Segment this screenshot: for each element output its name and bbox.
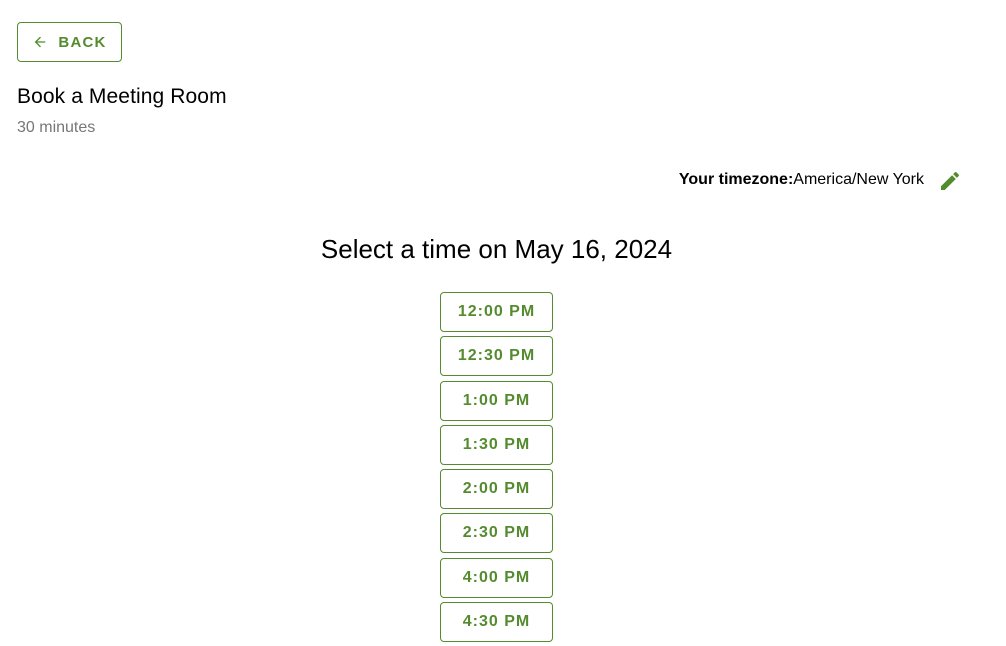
back-button[interactable]: BACK [17, 22, 122, 62]
back-button-label: BACK [58, 33, 107, 51]
booking-page: BACK Book a Meeting Room 30 minutes Your… [0, 0, 1006, 646]
event-title: Book a Meeting Room [17, 85, 227, 108]
time-slot-button[interactable]: 12:30 PM [440, 336, 553, 377]
select-time-heading: Select a time on May 16, 2024 [320, 234, 673, 264]
time-slot-button[interactable]: 4:30 PM [440, 602, 553, 643]
arrow-left-icon [32, 34, 48, 50]
time-slot-button[interactable]: 1:00 PM [440, 380, 553, 421]
timezone-label: Your timezone: [678, 171, 794, 188]
time-slot-button[interactable]: 2:00 PM [440, 469, 553, 510]
time-slot-list: 12:00 PM 12:30 PM 1:00 PM 1:30 PM 2:00 PM 2:3… [440, 292, 553, 646]
time-slot-button[interactable]: 4:00 PM [440, 557, 553, 598]
time-slot-button[interactable]: 12:00 PM [440, 292, 553, 332]
timezone-display: Your timezone:America/New York [679, 171, 924, 189]
time-slot-button[interactable]: 2:30 PM [440, 513, 553, 554]
timezone-value: America/New York [793, 171, 924, 188]
time-slot-button[interactable]: 1:30 PM [440, 424, 553, 465]
event-duration: 30 minutes [17, 119, 96, 136]
pencil-icon[interactable] [938, 169, 962, 193]
